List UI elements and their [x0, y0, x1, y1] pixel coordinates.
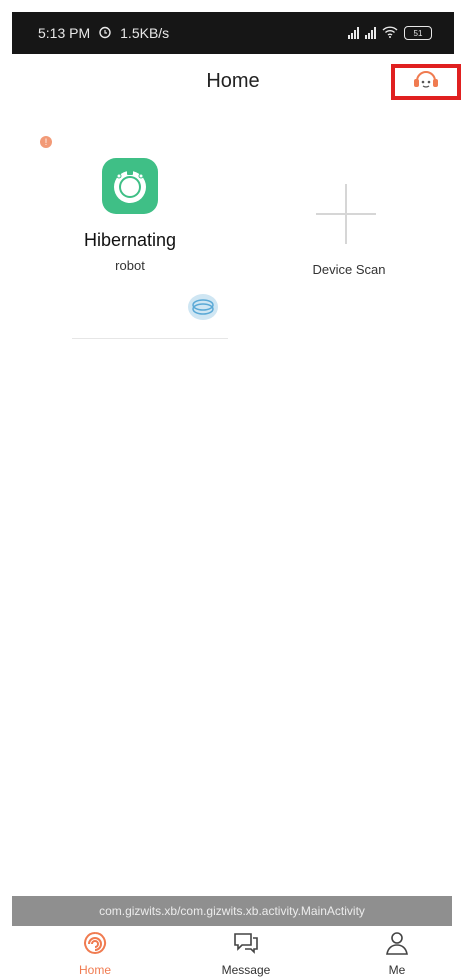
bottom-nav: Home Message Me [0, 926, 466, 980]
nav-message-label: Message [221, 963, 271, 977]
alert-icon: ! [40, 136, 52, 148]
signal-icon [348, 27, 359, 39]
nav-home-label: Home [78, 963, 111, 977]
home-icon [80, 930, 110, 961]
battery-icon: 51 [404, 26, 432, 40]
status-left: 5:13 PM 1.5KB/s [38, 25, 169, 42]
header: Home [0, 56, 466, 108]
nav-message[interactable]: Message [211, 926, 281, 980]
device-scan-label: Device Scan [312, 262, 386, 277]
device-status: Hibernating [83, 230, 177, 250]
battery-level: 51 [413, 28, 423, 38]
person-icon [382, 930, 412, 961]
toast-message: com.gizwits.xb/com.gizwits.xb.activity.M… [12, 896, 452, 926]
toast-text: com.gizwits.xb/com.gizwits.xb.activity.M… [99, 904, 365, 918]
nav-me-label: Me [388, 963, 406, 977]
device-card[interactable]: Hibernating robot [72, 150, 228, 340]
status-right: 51 [348, 25, 432, 41]
device-scan-button[interactable]: Device Scan [294, 178, 404, 288]
plus-icon [316, 184, 376, 244]
nav-me[interactable]: Me [362, 926, 432, 980]
support-icon [411, 68, 441, 97]
device-name: robot [115, 258, 145, 273]
cleaning-icon[interactable] [186, 290, 220, 324]
signal-icon [365, 27, 376, 39]
nav-home[interactable]: Home [60, 926, 130, 980]
status-bar: 5:13 PM 1.5KB/s 51 [12, 12, 454, 54]
status-time: 5:13 PM [38, 25, 91, 41]
support-button[interactable] [391, 64, 461, 100]
status-speed: 1.5KB/s [120, 25, 170, 41]
alarm-icon [98, 25, 112, 42]
robot-vacuum-icon [102, 158, 158, 214]
card-divider [72, 338, 228, 339]
wifi-icon [382, 25, 398, 41]
message-icon [231, 930, 261, 961]
